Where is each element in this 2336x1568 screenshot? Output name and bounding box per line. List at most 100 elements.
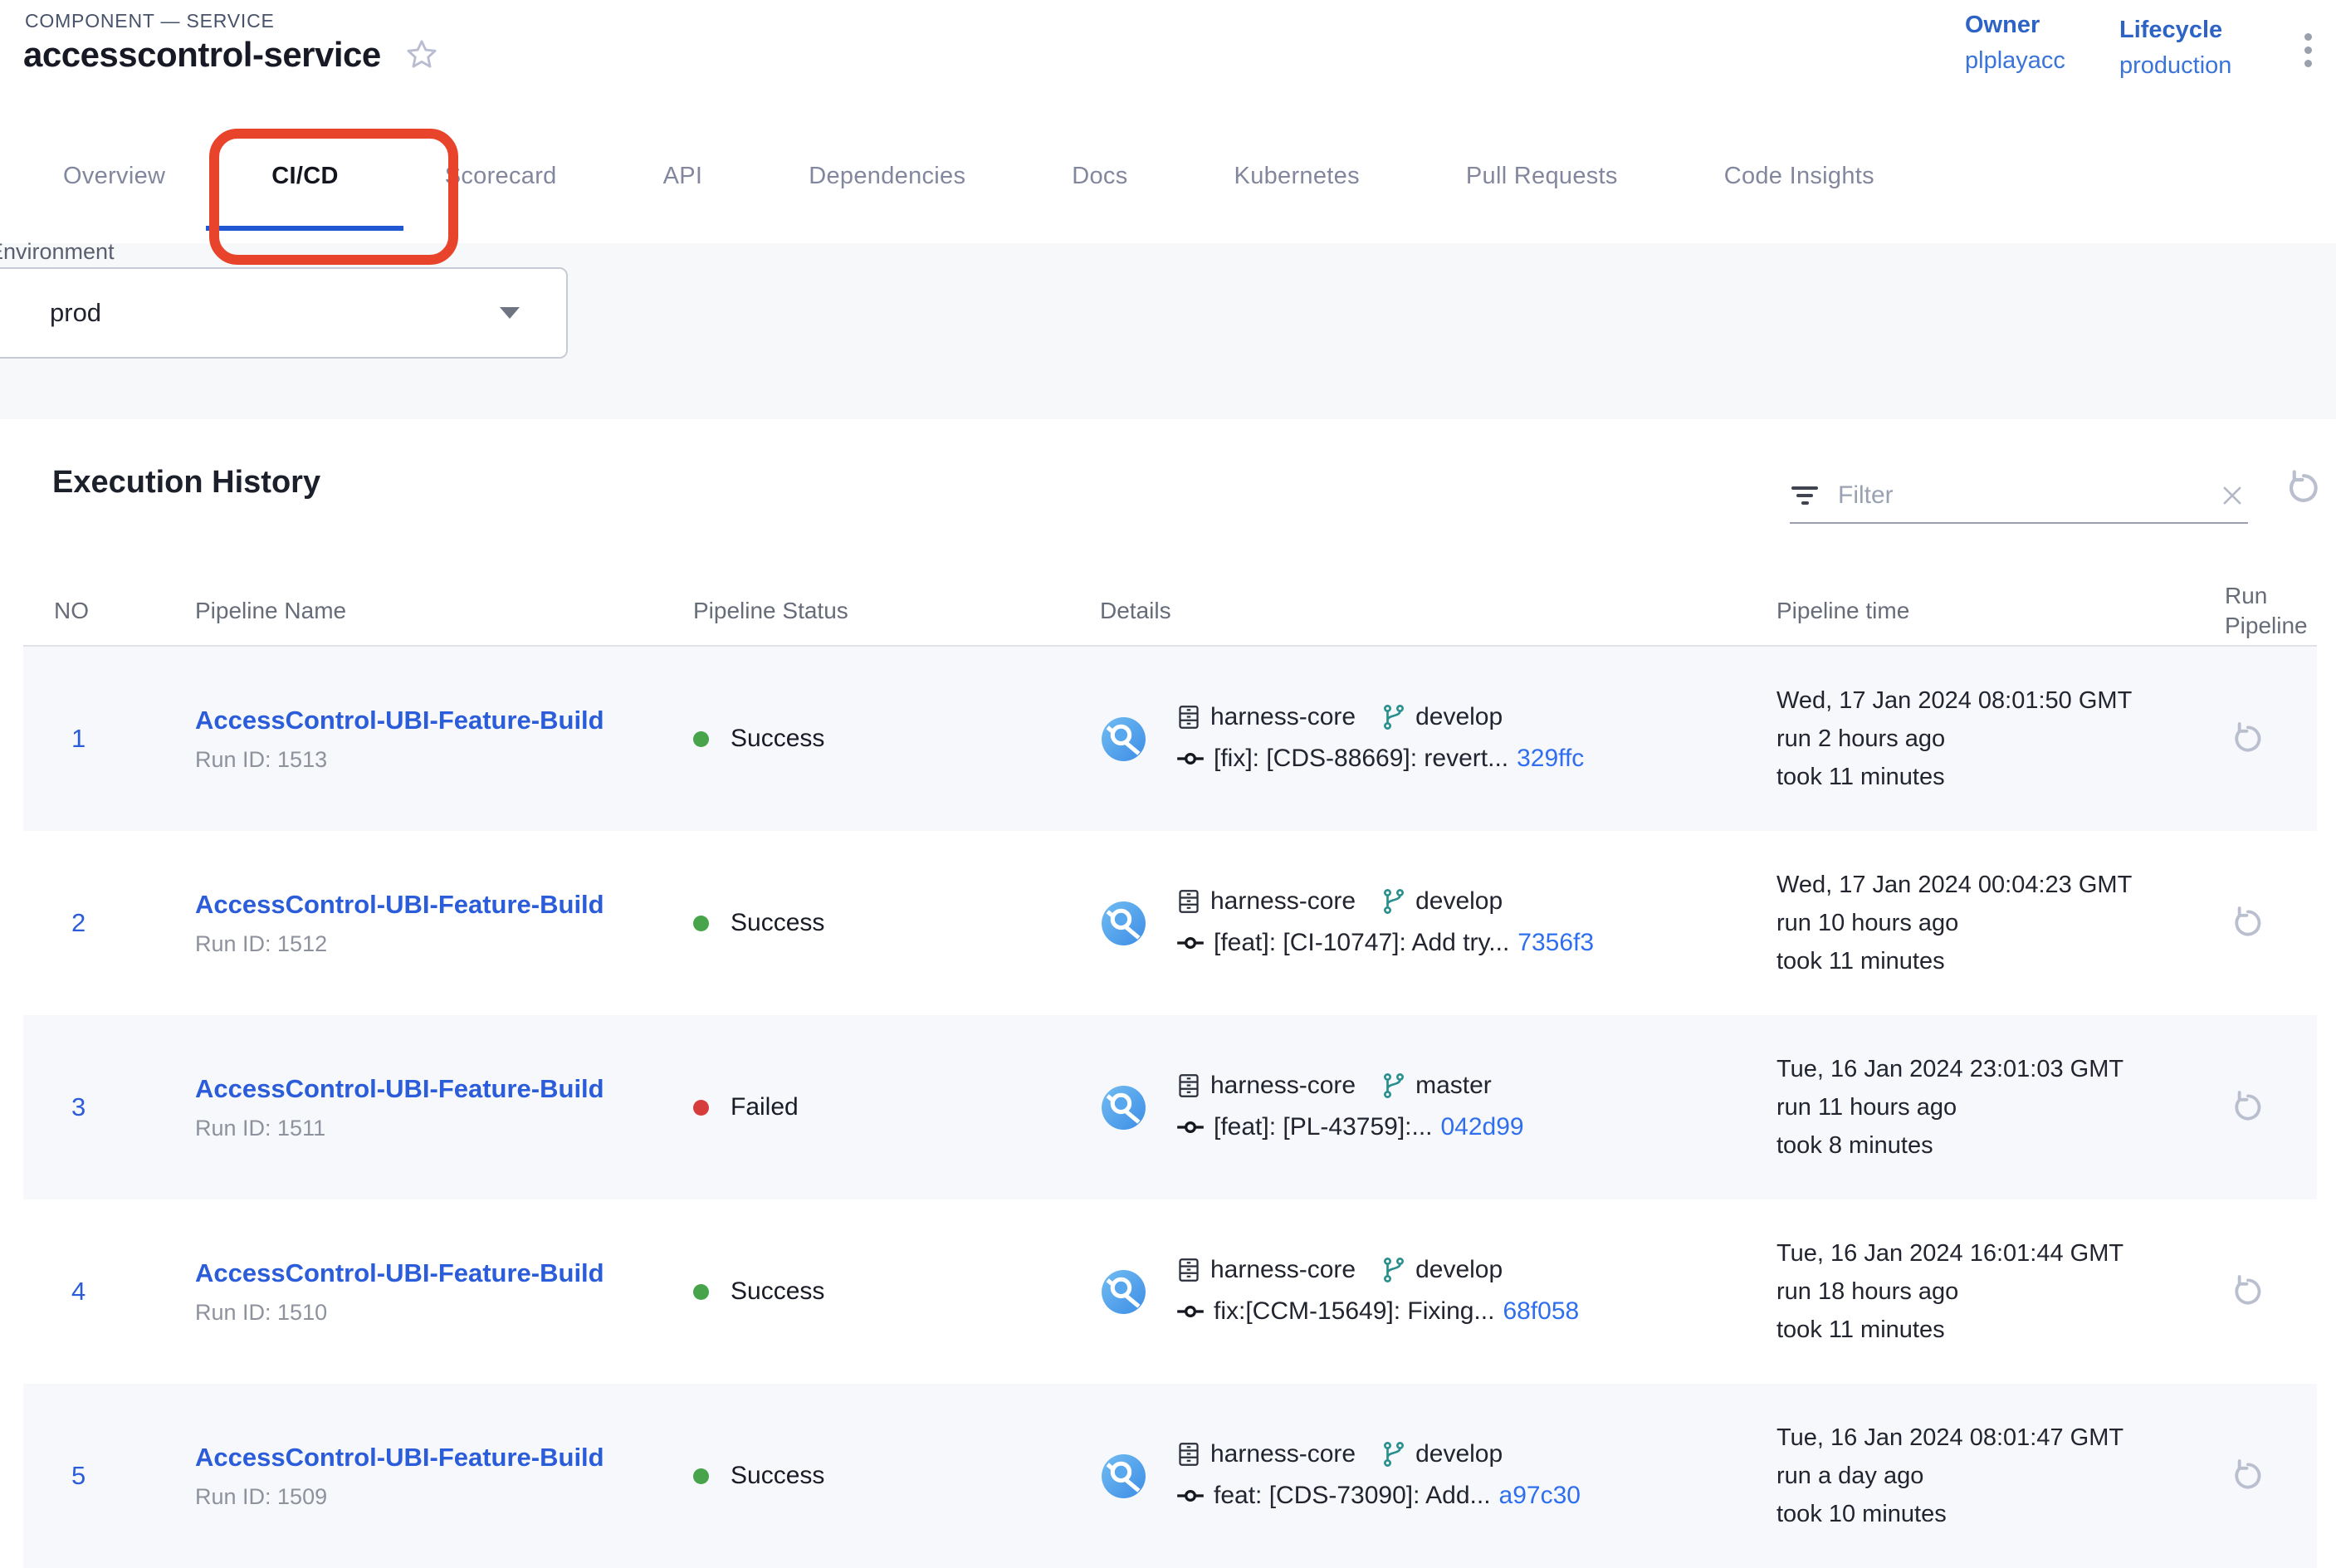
page-header: COMPONENT — SERVICE accesscontrol-servic…: [0, 0, 2336, 110]
environment-select[interactable]: prod: [0, 267, 568, 359]
tab-cicd[interactable]: CI/CD: [271, 109, 338, 243]
status-label: Failed: [731, 1093, 799, 1121]
owner-label: Owner: [1965, 12, 2065, 39]
commit-icon: [1174, 1295, 1207, 1328]
table-row: 5 AccessControl-UBI-Feature-Build Run ID…: [23, 1384, 2317, 1568]
pipeline-name-link[interactable]: AccessControl-UBI-Feature-Build: [195, 1258, 604, 1288]
tab-docs[interactable]: Docs: [1072, 109, 1127, 243]
pipeline-time-ago: run 18 hours ago: [1776, 1272, 2194, 1311]
header-pipeline-time: Pipeline time: [1746, 596, 2194, 626]
refresh-icon[interactable]: [2283, 467, 2324, 509]
rerun-pipeline-button[interactable]: [2229, 904, 2317, 942]
branch-name: develop: [1415, 703, 1503, 731]
repository-icon: [1174, 887, 1204, 916]
run-id: Run ID: 1513: [195, 747, 662, 773]
rerun-pipeline-button[interactable]: [2229, 1457, 2317, 1495]
table-body: 1 AccessControl-UBI-Feature-Build Run ID…: [23, 647, 2317, 1568]
header-no: NO: [23, 596, 164, 626]
commit-message: fix:[CCM-15649]: Fixing...: [1214, 1297, 1494, 1326]
environment-label: Environment: [0, 239, 115, 265]
owner-value-link[interactable]: plplayacc: [1965, 47, 2065, 75]
header-pipeline-name: Pipeline Name: [164, 596, 662, 626]
pipeline-time-ago: run a day ago: [1776, 1457, 2194, 1495]
commit-icon: [1174, 742, 1207, 775]
tab-pull-requests[interactable]: Pull Requests: [1466, 109, 1618, 243]
git-branch-icon: [1379, 1439, 1409, 1469]
rerun-pipeline-button[interactable]: [2229, 720, 2317, 758]
pipeline-time-date: Tue, 16 Jan 2024 23:01:03 GMT: [1776, 1050, 2194, 1088]
branch-name: master: [1415, 1072, 1492, 1100]
repository-name: harness-core: [1210, 887, 1356, 916]
tab-kubernetes[interactable]: Kubernetes: [1234, 109, 1360, 243]
pipeline-execution-icon[interactable]: [1100, 1084, 1147, 1131]
tab-api[interactable]: API: [663, 109, 703, 243]
clear-x-icon[interactable]: [2216, 480, 2248, 511]
pipeline-name-link[interactable]: AccessControl-UBI-Feature-Build: [195, 1074, 604, 1104]
commit-sha-link[interactable]: 329ffc: [1517, 745, 1584, 773]
chevron-down-icon: [500, 307, 520, 319]
status-dot: [693, 1100, 709, 1116]
status-label: Success: [731, 1462, 824, 1490]
git-branch-icon: [1379, 887, 1409, 916]
status-dot: [693, 731, 709, 747]
status-dot: [693, 1284, 709, 1300]
branch-name: develop: [1415, 887, 1503, 916]
table-row: 3 AccessControl-UBI-Feature-Build Run ID…: [23, 1015, 2317, 1199]
commit-message: [fix]: [CDS-88669]: revert...: [1214, 745, 1508, 773]
pipeline-time-date: Wed, 17 Jan 2024 00:04:23 GMT: [1776, 866, 2194, 904]
tab-code-insights[interactable]: Code Insights: [1724, 109, 1874, 243]
filter-field: [1790, 469, 2248, 524]
tab-scorecard[interactable]: Scorecard: [445, 109, 557, 243]
filter-input[interactable]: [1836, 481, 2200, 510]
row-number: 1: [23, 724, 164, 754]
pipeline-time-date: Wed, 17 Jan 2024 08:01:50 GMT: [1776, 681, 2194, 720]
rerun-pipeline-button[interactable]: [2229, 1272, 2317, 1311]
pipeline-time-ago: run 2 hours ago: [1776, 720, 2194, 758]
tab-overview[interactable]: Overview: [63, 109, 165, 243]
commit-sha-link[interactable]: 042d99: [1441, 1113, 1524, 1141]
pipeline-name-link[interactable]: AccessControl-UBI-Feature-Build: [195, 1443, 604, 1473]
pipeline-execution-icon[interactable]: [1100, 1268, 1147, 1316]
pipeline-time-date: Tue, 16 Jan 2024 08:01:47 GMT: [1776, 1419, 2194, 1457]
repository-icon: [1174, 1439, 1204, 1469]
kebab-menu-icon[interactable]: [2301, 30, 2315, 71]
header-details: Details: [1069, 596, 1746, 626]
run-id: Run ID: 1512: [195, 931, 662, 957]
pipeline-time-ago: run 11 hours ago: [1776, 1088, 2194, 1126]
repository-name: harness-core: [1210, 1256, 1356, 1284]
pipeline-execution-icon[interactable]: [1100, 716, 1147, 763]
pipeline-time-date: Tue, 16 Jan 2024 16:01:44 GMT: [1776, 1234, 2194, 1272]
pipeline-execution-icon[interactable]: [1100, 1453, 1147, 1500]
run-id: Run ID: 1511: [195, 1116, 662, 1141]
repository-icon: [1174, 1255, 1204, 1285]
status-dot: [693, 1468, 709, 1484]
pipeline-time-duration: took 8 minutes: [1776, 1126, 2194, 1165]
repository-name: harness-core: [1210, 703, 1356, 731]
tab-bar: Overview CI/CD Scorecard API Dependencie…: [0, 109, 2336, 243]
star-outline-icon[interactable]: [403, 36, 441, 74]
commit-message: [feat]: [CI-10747]: Add try...: [1214, 929, 1509, 957]
lifecycle-value: production: [2119, 52, 2231, 80]
active-tab-underline: [206, 226, 403, 231]
page-title: accesscontrol-service: [23, 35, 381, 75]
branch-name: develop: [1415, 1440, 1503, 1468]
table-header-row: NO Pipeline Name Pipeline Status Details…: [23, 577, 2317, 647]
commit-icon: [1174, 926, 1207, 960]
tab-dependencies[interactable]: Dependencies: [809, 109, 965, 243]
rerun-pipeline-button[interactable]: [2229, 1088, 2317, 1126]
commit-sha-link[interactable]: a97c30: [1499, 1482, 1581, 1510]
pipeline-time-duration: took 11 minutes: [1776, 1311, 2194, 1349]
table-row: 4 AccessControl-UBI-Feature-Build Run ID…: [23, 1199, 2317, 1384]
row-number: 5: [23, 1461, 164, 1491]
pipeline-name-link[interactable]: AccessControl-UBI-Feature-Build: [195, 706, 604, 735]
row-number: 3: [23, 1092, 164, 1122]
entity-kind-label: COMPONENT — SERVICE: [25, 10, 275, 32]
commit-sha-link[interactable]: 68f058: [1503, 1297, 1579, 1326]
pipeline-name-link[interactable]: AccessControl-UBI-Feature-Build: [195, 890, 604, 920]
commit-icon: [1174, 1111, 1207, 1144]
commit-sha-link[interactable]: 7356f3: [1517, 929, 1594, 957]
pipeline-execution-icon[interactable]: [1100, 900, 1147, 947]
repository-icon: [1174, 702, 1204, 732]
git-branch-icon: [1379, 702, 1409, 732]
header-run-pipeline: Run Pipeline: [2194, 581, 2317, 641]
